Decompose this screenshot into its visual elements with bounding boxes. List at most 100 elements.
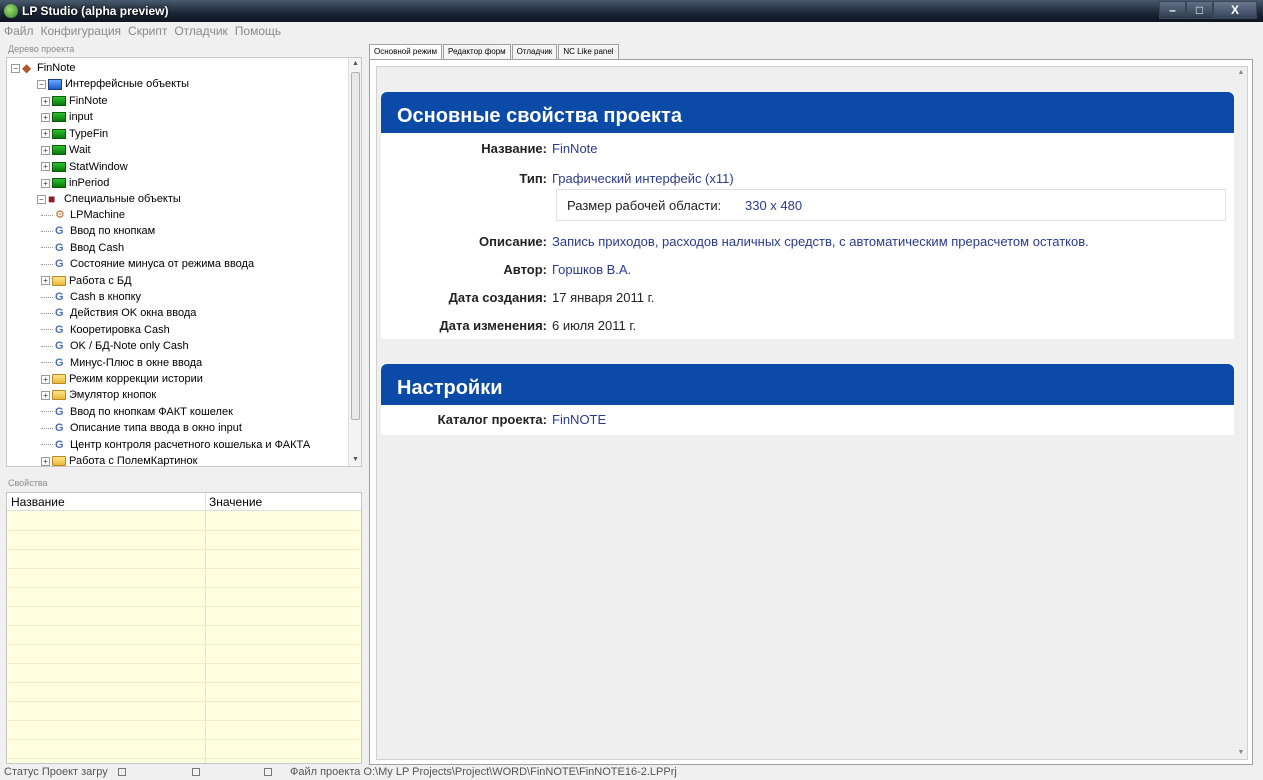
tree-item-interface[interactable]: + TypeFin [41, 126, 108, 142]
tree-connector [41, 444, 53, 446]
properties-columns: Название Значение [7, 493, 361, 511]
project-file-path: Файл проекта O:\My LP Projects\Project\W… [290, 766, 677, 778]
title-bar: LP Studio (alpha preview) – □ X [0, 0, 1263, 22]
property-row-line [7, 606, 361, 607]
tree-group-label: Специальные объекты [64, 193, 181, 205]
expand-icon[interactable]: + [41, 456, 50, 466]
scroll-up-icon[interactable]: ▲ [349, 58, 361, 70]
script-icon: G [55, 405, 64, 418]
description-value[interactable]: Запись приходов, расходов наличных средс… [552, 232, 1089, 252]
scroll-down-icon[interactable]: ▼ [349, 454, 361, 466]
expand-icon[interactable]: + [41, 390, 50, 400]
tree-item-label: LPMachine [70, 209, 126, 221]
property-row-line [7, 587, 361, 588]
tree-item-special[interactable]: + Режим коррекции истории [41, 371, 203, 387]
tree-item-interface[interactable]: + FinNote [41, 93, 108, 109]
expand-icon[interactable]: + [41, 162, 50, 172]
status-grid-icon [264, 768, 272, 776]
column-value-header[interactable]: Значение [209, 495, 262, 509]
expand-icon[interactable]: + [41, 374, 50, 384]
expand-icon[interactable]: + [41, 96, 50, 106]
maximize-button[interactable]: □ [1186, 1, 1213, 19]
tree-item-special[interactable]: G Кооретировка Cash [41, 322, 170, 338]
property-row-line [7, 568, 361, 569]
tree-item-label: Эмулятор кнопок [69, 389, 157, 402]
scroll-down-icon[interactable]: ▼ [1235, 747, 1247, 759]
close-button[interactable]: X [1213, 1, 1257, 19]
tree-item-interface[interactable]: + inPeriod [41, 175, 109, 191]
catalog-value[interactable]: FinNOTE [552, 410, 606, 430]
property-row-line [7, 720, 361, 721]
tree-item-special[interactable]: G OK / БД-Note only Cash [41, 338, 189, 354]
menu-script[interactable]: Скрипт [128, 22, 167, 40]
window-title: LP Studio (alpha preview) [22, 4, 169, 18]
tree-group-special[interactable]: − ■ Специальные объекты [37, 191, 181, 207]
tree-item-special[interactable]: G Описание типа ввода в окно input [41, 420, 242, 436]
tree-item-special[interactable]: G Ввод Cash [41, 240, 124, 256]
column-name-header[interactable]: Название [11, 495, 65, 509]
tab-nc-like-panel[interactable]: NC Like panel [558, 44, 619, 59]
catalog-label: Каталог проекта: [437, 412, 547, 427]
tree-item-special[interactable]: G Cash в кнопку [41, 289, 141, 305]
created-label: Дата создания: [448, 290, 547, 305]
tree-item-special[interactable]: G Центр контроля расчетного кошелька и ФА… [41, 437, 310, 453]
tree-item-special[interactable]: + Работа с БД [41, 273, 132, 289]
properties-grid[interactable]: Название Значение [6, 492, 362, 764]
property-row-line [7, 663, 361, 664]
workspace-size-value[interactable]: 330 x 480 [745, 198, 802, 213]
tree-item-interface[interactable]: + Wait [41, 142, 91, 158]
scroll-thumb[interactable] [351, 72, 360, 420]
expand-icon[interactable]: + [41, 145, 50, 155]
tree-connector [41, 362, 53, 364]
modified-label: Дата изменения: [439, 318, 547, 333]
tree-scrollbar[interactable]: ▲ ▼ [348, 58, 361, 466]
type-label-row: Тип: [381, 169, 547, 189]
name-label: Название: [481, 141, 547, 156]
expand-icon[interactable]: + [41, 129, 50, 139]
tree-connector [41, 230, 53, 232]
tree-item-special[interactable]: G Состояние минуса от режима ввода [41, 256, 254, 272]
tab-main-mode[interactable]: Основной режим [369, 44, 443, 60]
folder-icon [52, 456, 66, 466]
tree-item-special[interactable]: ⚙ LPMachine [41, 207, 125, 223]
tree-connector [41, 427, 53, 429]
content-scrollbar[interactable]: ▲ ▼ [1235, 67, 1247, 759]
menu-debugger[interactable]: Отладчик [174, 22, 227, 40]
property-row-line [7, 644, 361, 645]
tree-item-label: Ввод по кнопкам ФАКТ кошелек [70, 405, 233, 418]
expand-icon[interactable]: + [41, 178, 50, 188]
property-row-line [7, 739, 361, 740]
collapse-icon[interactable]: − [37, 79, 46, 89]
tree-root[interactable]: − ◆ FinNote [11, 60, 76, 76]
tree-item-interface[interactable]: + StatWindow [41, 159, 128, 175]
tree-group-label: Интерфейсные объекты [65, 78, 190, 90]
menu-configuration[interactable]: Конфигурация [41, 22, 122, 40]
tree-group-interface[interactable]: − Интерфейсные объекты [37, 76, 189, 92]
expand-icon[interactable]: + [41, 112, 50, 122]
collapse-icon[interactable]: − [11, 63, 20, 73]
tab-debugger[interactable]: Отладчик [511, 44, 558, 59]
tree-item-special[interactable]: G Ввод по кнопкам ФАКТ кошелек [41, 404, 233, 420]
menu-file[interactable]: Файл [4, 22, 34, 40]
tree-item-special[interactable]: + Эмулятор кнопок [41, 387, 156, 403]
tree-item-label: Wait [69, 144, 91, 157]
expand-icon[interactable]: + [41, 276, 50, 286]
scroll-up-icon[interactable]: ▲ [1235, 67, 1247, 79]
menu-help[interactable]: Помощь [235, 22, 281, 40]
tree-item-interface[interactable]: + input [41, 109, 93, 125]
tree-item-label: input [69, 111, 93, 124]
project-tree[interactable]: − ◆ FinNote − Интерфейсные объекты + FinNote… [6, 57, 362, 467]
script-icon: G [55, 225, 64, 238]
tree-item-label: FinNote [69, 95, 108, 107]
window-controls: – □ X [1159, 1, 1257, 19]
author-value[interactable]: Горшков В.А. [552, 260, 631, 280]
collapse-icon[interactable]: − [37, 194, 46, 204]
tab-form-editor[interactable]: Редактор форм [443, 44, 511, 59]
type-value[interactable]: Графический интерфейс (x11) [552, 169, 734, 189]
tree-item-special[interactable]: G Действия OK окна ввода [41, 305, 196, 321]
tree-item-special[interactable]: + Работа с ПолемКартинок [41, 453, 197, 466]
tree-item-special[interactable]: G Минус-Плюс в окне ввода [41, 355, 202, 371]
tree-item-special[interactable]: G Ввод по кнопкам [41, 223, 155, 239]
name-value[interactable]: FinNote [552, 139, 598, 159]
minimize-button[interactable]: – [1159, 1, 1186, 19]
